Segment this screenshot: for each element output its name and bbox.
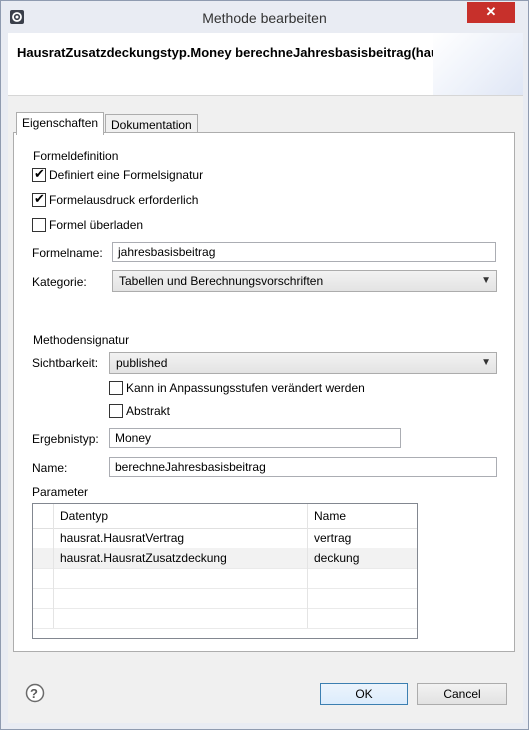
sichtbarkeit-dropdown[interactable]: published ▼ (109, 352, 497, 374)
checkbox-formelausdruck[interactable]: ✔ (32, 191, 46, 207)
kategorie-label: Kategorie: (32, 275, 87, 289)
checkbox-formel-ueberladen[interactable] (32, 218, 46, 232)
header-banner: HausratZusatzdeckungstyp.Money berechneJ… (8, 33, 523, 96)
formelname-label: Formelname: (32, 246, 103, 260)
cell-empty (54, 568, 308, 588)
row-gutter (33, 568, 54, 588)
table-row-empty (33, 608, 417, 629)
row-gutter (33, 548, 54, 568)
checkbox-formelsignatur-label[interactable]: Definiert eine Formelsignatur (49, 168, 203, 182)
cell-datentyp[interactable]: hausrat.HausratVertrag (54, 528, 308, 548)
table-header: Datentyp Name (33, 504, 417, 529)
formelname-input[interactable]: jahresbasisbeitrag (112, 242, 496, 262)
checkbox-anpassungsstufen[interactable] (109, 381, 123, 395)
window-title: Methode bearbeiten (202, 10, 327, 26)
checkbox-abstrakt-label[interactable]: Abstrakt (126, 404, 170, 418)
ergebnistyp-label: Ergebnistyp: (32, 432, 99, 446)
name-label: Name: (32, 461, 68, 475)
table-row[interactable]: hausrat.HausratVertrag vertrag (33, 528, 417, 549)
section-formeldefinition: Formeldefinition (33, 149, 119, 163)
cell-empty (54, 608, 308, 628)
column-header-datentyp[interactable]: Datentyp (54, 504, 308, 528)
kategorie-dropdown[interactable]: Tabellen und Berechnungsvorschriften ▼ (112, 270, 497, 292)
checkmark-icon: ✔ (34, 166, 45, 181)
table-row-empty (33, 568, 417, 589)
checkbox-formelausdruck-label[interactable]: Formelausdruck erforderlich (49, 193, 198, 207)
checkbox-formelsignatur[interactable]: ✔ (32, 166, 46, 182)
close-button[interactable]: ✕ (467, 2, 515, 23)
ok-button[interactable]: OK (320, 683, 408, 705)
cell-datentyp[interactable]: hausrat.HausratZusatzdeckung (54, 548, 308, 568)
checkbox-formel-ueberladen-label[interactable]: Formel überladen (49, 218, 143, 232)
row-gutter (33, 528, 54, 548)
table-row-empty (33, 588, 417, 609)
title-bar: Methode bearbeiten ✕ (1, 1, 528, 33)
column-header-name[interactable]: Name (308, 504, 417, 528)
row-gutter-header (33, 504, 54, 528)
table-row[interactable]: hausrat.HausratZusatzdeckung deckung (33, 548, 417, 569)
cell-name[interactable]: deckung (308, 548, 417, 568)
cell-name[interactable]: vertrag (308, 528, 417, 548)
ergebnistyp-input[interactable]: Money (109, 428, 401, 448)
sichtbarkeit-value: published (116, 356, 168, 370)
section-methodensignatur: Methodensignatur (33, 333, 130, 347)
chevron-down-icon: ▼ (481, 275, 491, 286)
cancel-button[interactable]: Cancel (417, 683, 507, 705)
parameter-label: Parameter (32, 485, 89, 499)
header-decoration (433, 33, 523, 95)
sichtbarkeit-label: Sichtbarkeit: (32, 356, 99, 370)
help-glyph: ? (30, 686, 38, 701)
method-name-input[interactable]: berechneJahresbasisbeitrag (109, 457, 497, 477)
method-signature-title: HausratZusatzdeckungstyp.Money berechneJ… (17, 45, 447, 60)
tab-eigenschaften[interactable]: Eigenschaften (16, 112, 105, 135)
cell-empty (54, 588, 308, 608)
kategorie-value: Tabellen und Berechnungsvorschriften (119, 274, 324, 288)
parameter-table[interactable]: Datentyp Name hausrat.HausratVertrag ver… (32, 503, 418, 639)
chevron-down-icon: ▼ (481, 357, 491, 368)
row-gutter (33, 588, 54, 608)
checkbox-abstrakt[interactable] (109, 404, 123, 418)
checkbox-anpassungsstufen-label[interactable]: Kann in Anpassungsstufen verändert werde… (126, 381, 365, 395)
checkmark-icon: ✔ (34, 191, 45, 206)
row-gutter (33, 608, 54, 628)
